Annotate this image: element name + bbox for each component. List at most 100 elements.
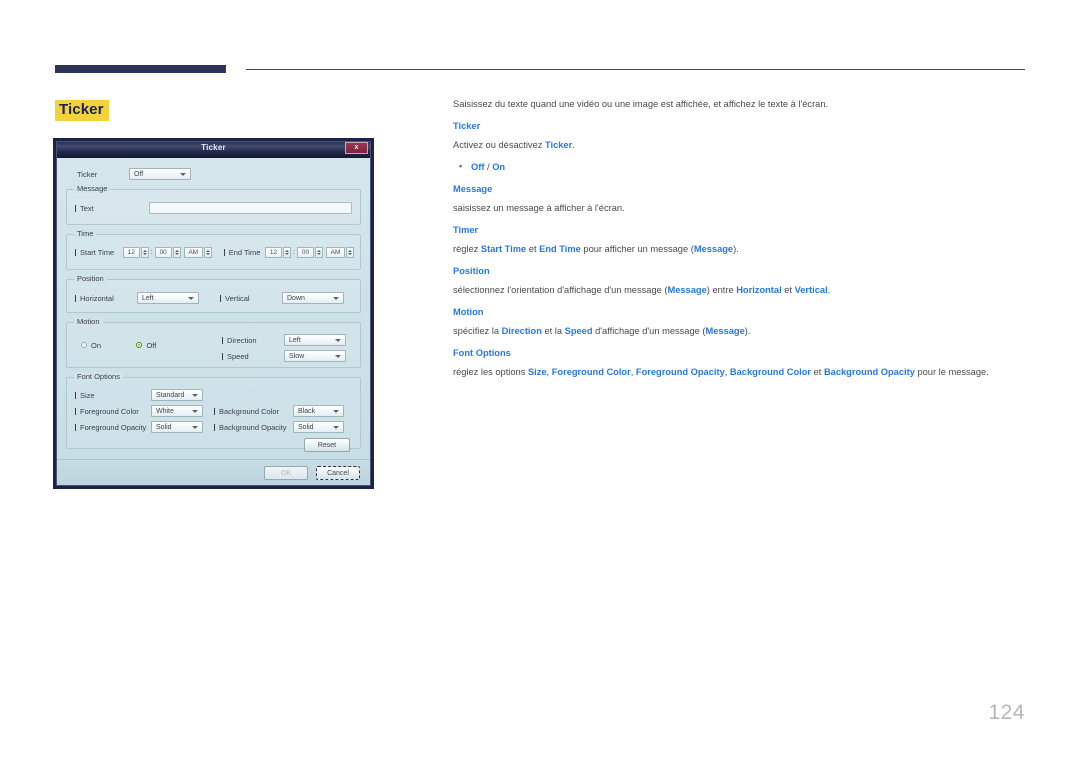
- heading-position: Position: [453, 266, 490, 276]
- font-options-group: Font Options Size Standard Foreground Co…: [66, 372, 361, 452]
- motion-desc-b: et la: [541, 326, 565, 336]
- position-key-message: Message: [667, 285, 707, 295]
- timer-key-start: Start Time: [480, 244, 527, 254]
- start-minute-stepper[interactable]: 00: [154, 247, 181, 258]
- bullet-off: Off: [471, 162, 485, 172]
- background-opacity-select[interactable]: Solid: [293, 421, 344, 433]
- time-group-legend: Time: [74, 229, 97, 238]
- end-minute-arrows[interactable]: [315, 247, 323, 258]
- end-meridiem-stepper[interactable]: AM: [326, 247, 354, 258]
- message-text-input[interactable]: [149, 202, 352, 214]
- vertical-select[interactable]: Down: [282, 292, 344, 304]
- ticker-select-value: Off: [134, 170, 144, 178]
- start-minute-arrows[interactable]: [172, 247, 181, 258]
- font-key-background-opacity: Background Opacity: [823, 367, 915, 377]
- background-color-label: Background Color: [214, 406, 293, 417]
- heading-font-options: Font Options: [453, 348, 511, 358]
- message-group: Message Text: [66, 184, 361, 225]
- ticker-description: Activez ou désactivez Ticker.: [453, 139, 1025, 152]
- motion-on-label: On: [91, 340, 102, 350]
- reset-button[interactable]: Reset: [304, 438, 350, 452]
- foreground-opacity-select[interactable]: Solid: [151, 421, 203, 433]
- message-group-legend: Message: [74, 184, 111, 193]
- direction-label: Direction: [222, 335, 284, 346]
- font-key-foreground-opacity: Foreground Opacity: [635, 367, 725, 377]
- timer-key-end: End Time: [539, 244, 581, 254]
- font-options-group-legend: Font Options: [74, 372, 123, 381]
- time-group: Time Start Time 12 : 00 AM End Time 12:…: [66, 229, 361, 270]
- ticker-dialog: Ticker x Ticker Off Message Text Time St…: [54, 139, 373, 488]
- description-column: Saisissez du texte quand une vidéo ou un…: [453, 98, 1025, 388]
- speed-label: Speed: [222, 351, 284, 362]
- ticker-select[interactable]: Off: [129, 168, 191, 180]
- end-hour-arrows[interactable]: [283, 247, 292, 258]
- start-hour-stepper[interactable]: 12: [122, 247, 149, 258]
- start-meridiem-arrows[interactable]: [203, 247, 212, 258]
- font-key-background-color: Background Color: [729, 367, 812, 377]
- dialog-footer: OK Cancel: [57, 459, 370, 485]
- motion-desc-a: spécifiez la: [453, 326, 502, 336]
- motion-group: Motion On Off Direction Left Speed Slow: [66, 317, 361, 368]
- font-desc-b: pour le message.: [914, 367, 989, 377]
- speed-select-value: Slow: [289, 352, 305, 360]
- page-number: 124: [988, 701, 1025, 724]
- background-opacity-label: Background Opacity: [214, 422, 293, 433]
- close-icon[interactable]: x: [345, 142, 368, 154]
- motion-off-radio[interactable]: Off: [136, 341, 156, 350]
- heading-timer: Timer: [453, 225, 479, 235]
- ticker-desc-pre: Activez ou désactivez: [453, 140, 545, 150]
- chevron-down-icon: [180, 173, 186, 176]
- position-key-horizontal: Horizontal: [736, 285, 782, 295]
- font-desc-a: réglez les options: [453, 367, 528, 377]
- message-text-label: Text: [75, 203, 149, 214]
- motion-desc-c: d'affichage d'un message (: [592, 326, 706, 336]
- position-desc-d: .: [827, 285, 831, 295]
- chevron-down-icon: [188, 297, 194, 300]
- heading-message: Message: [453, 184, 493, 194]
- background-color-select[interactable]: Black: [293, 405, 344, 417]
- end-time-colon: :: [293, 249, 295, 256]
- background-color-value: Black: [298, 407, 316, 415]
- background-opacity-value: Solid: [298, 423, 314, 431]
- ok-button[interactable]: OK: [264, 466, 308, 480]
- size-select[interactable]: Standard: [151, 389, 203, 401]
- end-time-label: End Time: [224, 247, 265, 258]
- timer-desc-d: ).: [733, 244, 739, 254]
- foreground-color-select[interactable]: White: [151, 405, 203, 417]
- position-group: Position Horizontal Left Vertical Down: [66, 274, 361, 313]
- cancel-button[interactable]: Cancel: [316, 466, 360, 480]
- chevron-down-icon: [335, 355, 341, 358]
- direction-select[interactable]: Left: [284, 334, 346, 346]
- motion-description: spécifiez la Direction et la Speed d'aff…: [453, 325, 1025, 338]
- timer-desc-b: et: [526, 244, 540, 254]
- start-time-colon: :: [150, 249, 153, 256]
- end-meridiem-arrows[interactable]: [346, 247, 354, 258]
- speed-select[interactable]: Slow: [284, 350, 346, 362]
- foreground-opacity-value: Solid: [156, 423, 172, 431]
- end-hour-stepper[interactable]: 12: [265, 247, 292, 258]
- radio-dot-icon: [81, 342, 87, 348]
- timer-desc-a: réglez: [453, 244, 481, 254]
- start-hour-arrows[interactable]: [140, 247, 149, 258]
- horizontal-select-value: Left: [142, 294, 154, 302]
- bullet-on: On: [492, 162, 506, 172]
- header-rule: [246, 69, 1025, 70]
- chevron-down-icon: [192, 426, 198, 429]
- horizontal-select[interactable]: Left: [137, 292, 199, 304]
- timer-key-message: Message: [693, 244, 734, 254]
- motion-key-direction: Direction: [501, 326, 542, 336]
- end-minute-stepper[interactable]: 00: [297, 247, 323, 258]
- page-root: { "page": { "section_title": "Ticker", "…: [0, 0, 1080, 763]
- motion-group-legend: Motion: [74, 317, 103, 326]
- start-meridiem-value: AM: [183, 247, 203, 258]
- foreground-color-label: Foreground Color: [75, 406, 151, 417]
- vertical-select-value: Down: [287, 294, 305, 302]
- size-select-value: Standard: [156, 391, 185, 399]
- start-meridiem-stepper[interactable]: AM: [183, 247, 212, 258]
- chevron-down-icon: [335, 339, 341, 342]
- motion-on-radio[interactable]: On: [81, 341, 101, 350]
- position-description: sélectionnez l'orientation d'affichage d…: [453, 284, 1025, 297]
- ticker-dialog-frame: Ticker x Ticker Off Message Text Time St…: [56, 141, 371, 486]
- position-desc-b: ) entre: [706, 285, 737, 295]
- end-minute-value: 00: [297, 247, 314, 258]
